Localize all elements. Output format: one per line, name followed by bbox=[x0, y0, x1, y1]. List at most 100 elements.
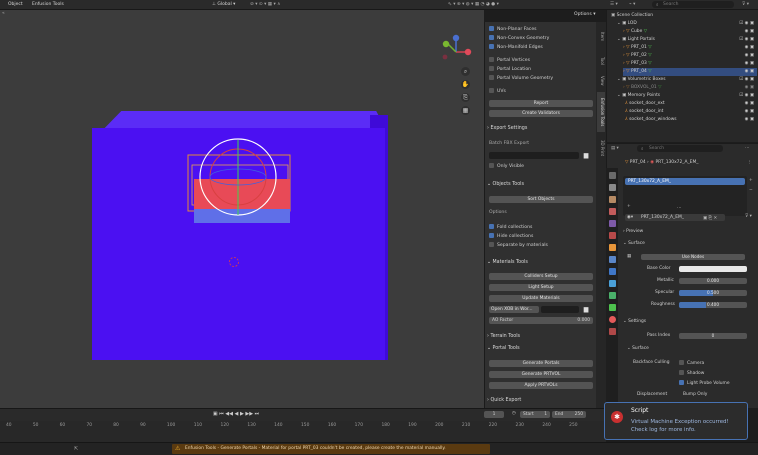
pivot-snap-icons[interactable]: ⊘ ▾ ⊙ ▾ ▦ ▾ ∧ bbox=[250, 2, 280, 7]
add-icon[interactable]: + bbox=[627, 204, 631, 209]
constraints-tab-icon[interactable] bbox=[609, 292, 616, 299]
render-tab-icon[interactable] bbox=[609, 184, 616, 191]
checkbox-portal-volume-geometry[interactable]: Portal Volume Geometry bbox=[489, 75, 593, 82]
output-tab-icon[interactable] bbox=[609, 196, 616, 203]
checkbox-only-visible[interactable]: Only Visible bbox=[489, 163, 593, 170]
tab-view[interactable]: View bbox=[597, 72, 605, 90]
sort-objects-button[interactable]: Sort Objects bbox=[489, 196, 593, 203]
filter-icon[interactable]: ⊽ ▾ bbox=[742, 2, 749, 7]
options-icon[interactable]: ⋯ bbox=[745, 146, 749, 151]
checkbox-hide-collections[interactable]: Hide collections bbox=[489, 233, 593, 240]
surface-panel-header[interactable]: ⌄ Surface bbox=[623, 241, 645, 246]
displacement-dropdown[interactable]: Bump Only bbox=[683, 392, 707, 397]
outliner-row-light-portals[interactable]: ⌄ ▣ Light Portals ☑ ◉ ▣ bbox=[617, 36, 757, 44]
xob-path-field[interactable] bbox=[541, 306, 579, 313]
colliders-setup-button[interactable]: Colliders Setup bbox=[489, 273, 593, 280]
modifier-tab-icon[interactable] bbox=[609, 256, 616, 263]
metallic-slider[interactable]: 0.000 bbox=[679, 278, 747, 284]
material-actions-icons[interactable]: ▣ ⎘ ✕ bbox=[703, 215, 717, 221]
quick-export-header[interactable]: › Quick Export bbox=[487, 398, 593, 403]
outliner-filter-icon[interactable]: ⌁ ▾ bbox=[629, 2, 635, 7]
create-validators-button[interactable]: Create Validators bbox=[489, 110, 593, 117]
generate-portals-button[interactable]: Generate Portals bbox=[489, 360, 593, 367]
portal-tools-header[interactable]: ⌄ Portal Tools bbox=[487, 346, 593, 351]
tab-enfusion-tools[interactable]: Enfusion Tools bbox=[597, 92, 605, 132]
outliner-row-socket-door-int[interactable]: ⅄ socket_door_int ◉ ▣ bbox=[625, 108, 757, 116]
outliner-search-input[interactable]: ⌕ Search bbox=[652, 1, 734, 8]
visibility-icon[interactable]: ◉ ▣ bbox=[745, 60, 754, 68]
materials-tools-header[interactable]: ⌄ Materials Tools bbox=[487, 260, 593, 265]
visibility-icon[interactable]: ☑ ◉ ▣ bbox=[739, 36, 754, 44]
outliner-row-boxvol01[interactable]: › ▽ BOXVOL_01 ▽ ◉ ▣ bbox=[623, 84, 757, 92]
terrain-tools-header[interactable]: › Terrain Tools bbox=[487, 334, 593, 339]
outliner-row-prt03[interactable]: › ▽ PRT_03 ▽ ◉ ▣ bbox=[623, 60, 757, 68]
particles-tab-icon[interactable] bbox=[609, 268, 616, 275]
physics-tab-icon[interactable] bbox=[609, 280, 616, 287]
scene-tab-icon[interactable] bbox=[609, 208, 616, 215]
material-selector[interactable]: ◉▾ PRT_130x72_A_EM_ ▣ ⎘ ✕ bbox=[625, 214, 725, 221]
checkbox-fold-collections[interactable]: Fold collections bbox=[489, 224, 593, 231]
timeline[interactable]: ▣ ⏮ ◀◀ ◀ ▶ ▶▶ ⏭ 1 ◷ Start 1 End 250 40 50 60… bbox=[0, 408, 606, 443]
update-materials-button[interactable]: Update Materials bbox=[489, 295, 593, 302]
outliner-row-scene-collection[interactable]: ▣ Scene Collection bbox=[611, 12, 757, 20]
checkbox-portal-location[interactable]: Portal Location bbox=[489, 66, 593, 73]
visibility-icon[interactable]: ◉ ▣ bbox=[745, 52, 754, 60]
enfusion-tools-menu[interactable]: Enfusion Tools bbox=[32, 2, 64, 7]
surface-subpanel-header[interactable]: ⌄ Surface bbox=[627, 346, 649, 351]
visibility-icon[interactable]: ◉ ▣ bbox=[745, 100, 754, 108]
perspective-grid-icon[interactable]: ▦ bbox=[461, 106, 470, 115]
checkbox-shadow[interactable]: Shadow bbox=[679, 370, 704, 376]
checkbox-non-manifold-edges[interactable]: Non-Manifold Edges bbox=[489, 44, 593, 51]
outliner-editor-icon[interactable]: ☰ ▾ bbox=[610, 2, 618, 7]
viewport-collapse-icon[interactable]: « bbox=[2, 11, 5, 16]
outliner-row-prt02[interactable]: › ▽ PRT_02 ▽ ◉ ▣ bbox=[623, 52, 757, 60]
checkbox-non-planar-faces[interactable]: Non-Planar Faces bbox=[489, 26, 593, 33]
camera-view-icon[interactable]: ⎘ bbox=[461, 93, 470, 102]
pan-hand-icon[interactable]: ✋ bbox=[461, 80, 470, 89]
tab-3d-print[interactable]: 3D Print bbox=[597, 136, 605, 160]
texture-tab-icon[interactable] bbox=[609, 328, 616, 335]
current-frame-field[interactable]: 1 bbox=[484, 411, 504, 418]
end-frame-field[interactable]: End 250 bbox=[552, 411, 586, 418]
outliner-row-lod[interactable]: ⌄ ▣ LOD ☑ ◉ ▣ bbox=[617, 20, 757, 28]
collection-tab-icon[interactable] bbox=[609, 232, 616, 239]
use-nodes-button[interactable]: Use Nodes bbox=[641, 254, 745, 260]
checkbox-portal-vertices[interactable]: Portal Vertices bbox=[489, 57, 593, 64]
visibility-icon[interactable]: ◉ ▣ bbox=[745, 44, 754, 52]
start-frame-field[interactable]: Start 1 bbox=[520, 411, 550, 418]
gizmo-overlay-icons[interactable]: ⇖ ▾ ⊛ ▾ ◍ ▾ ▦ ◔ ◕ ● ▾ bbox=[448, 2, 499, 7]
3d-viewport[interactable]: « ⌕ ✋ ⎘ ▦ bbox=[0, 10, 484, 408]
slot-resize-handle[interactable]: ⋯ bbox=[677, 206, 681, 211]
outliner-row-cube[interactable]: › ▽ Cube ▽ ◉ ▣ bbox=[623, 28, 757, 36]
outliner-row-memory-points[interactable]: ⌄ ▣ Memory Points ☑ ◉ ▣ bbox=[617, 92, 757, 100]
visibility-icon[interactable]: ☑ ◉ ▣ bbox=[739, 92, 754, 100]
material-tab-icon[interactable] bbox=[609, 316, 616, 323]
batch-export-path-field[interactable] bbox=[489, 152, 579, 159]
folder-icon[interactable]: ▆ bbox=[581, 306, 591, 313]
3d-cursor-icon[interactable] bbox=[228, 256, 240, 268]
transform-orientation-dropdown[interactable]: ⊥ Global ▾ bbox=[212, 2, 235, 7]
generate-prtvol-button[interactable]: Generate PRTVOL bbox=[489, 371, 593, 378]
add-slot-icon[interactable]: + bbox=[749, 178, 753, 183]
data-tab-icon[interactable] bbox=[609, 304, 616, 311]
outliner-row-socket-door-windows[interactable]: ⅄ socket_door_windows ◉ ▣ bbox=[625, 116, 757, 124]
world-tab-icon[interactable] bbox=[609, 220, 616, 227]
visibility-icon[interactable]: ◉ ▣ bbox=[745, 28, 754, 36]
checkbox-camera[interactable]: Camera bbox=[679, 360, 704, 366]
specular-slider[interactable]: 0.500 bbox=[679, 290, 747, 296]
base-color-swatch[interactable] bbox=[679, 266, 747, 272]
apply-prtvols-button[interactable]: Apply PRTVOLs bbox=[489, 382, 593, 389]
checkbox-uvs[interactable]: UVs bbox=[489, 88, 593, 95]
zoom-icon[interactable]: ⌕ bbox=[461, 67, 470, 76]
outliner-row-prt04[interactable]: › ▽ PRT_04 ▽ ◉ ▣ bbox=[623, 68, 757, 76]
tool-tab-icon[interactable] bbox=[609, 172, 616, 179]
visibility-icon[interactable]: ☑ ◉ ▣ bbox=[739, 20, 754, 28]
pass-index-field[interactable]: 0 bbox=[679, 333, 747, 339]
checkbox-light-probe-volume[interactable]: Light Probe Volume bbox=[679, 380, 730, 386]
filter-icon[interactable]: ⊽ ▾ bbox=[745, 214, 752, 219]
object-tab-icon[interactable] bbox=[609, 244, 616, 251]
portal-gizmo[interactable] bbox=[180, 135, 300, 245]
outliner-row-socket-door-ext[interactable]: ⅄ socket_door_ext ◉ ▣ bbox=[625, 100, 757, 108]
folder-icon[interactable]: ▆ bbox=[581, 152, 591, 159]
options-dropdown[interactable]: Options ▾ bbox=[574, 12, 596, 17]
